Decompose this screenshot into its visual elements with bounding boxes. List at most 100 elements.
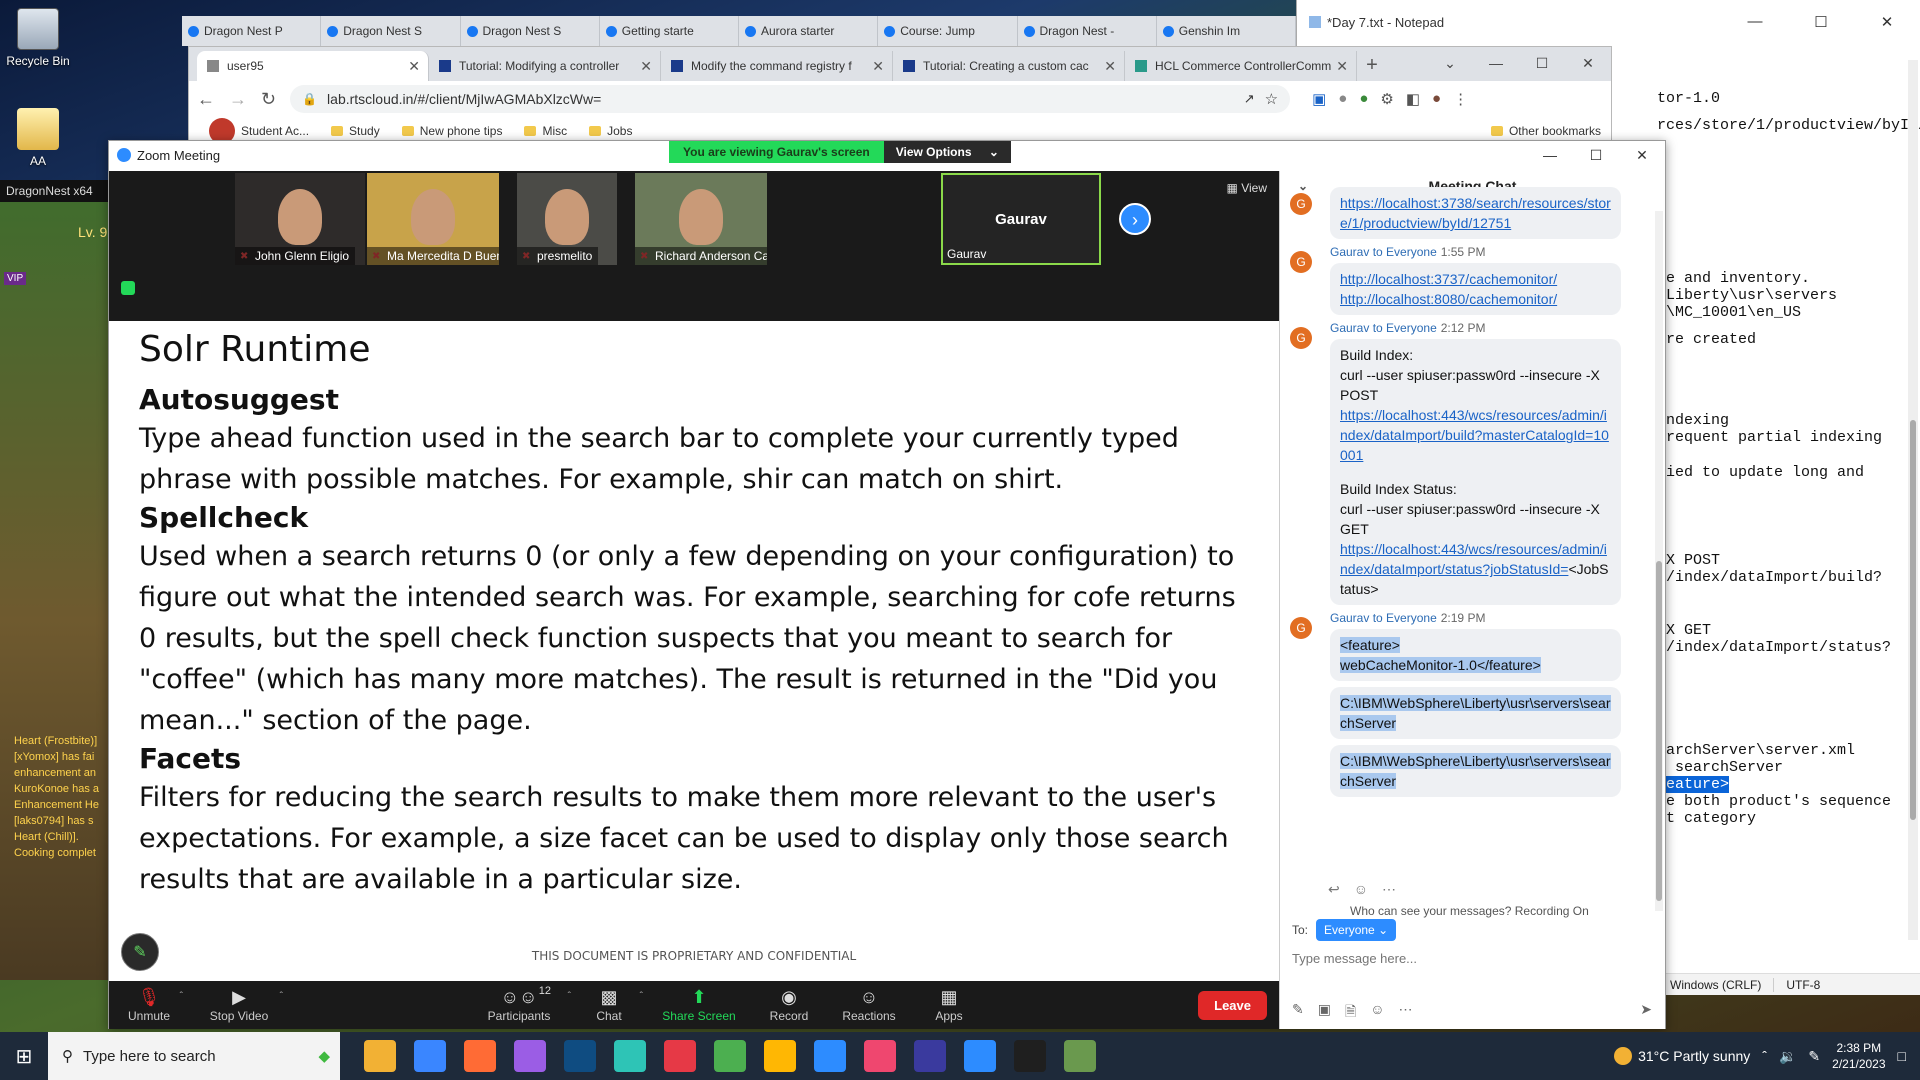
tab-close-icon[interactable]: ✕ — [640, 58, 652, 75]
selected-message-text[interactable]: C:\IBM\WebSphere\Liberty\usr\servers\sea… — [1340, 695, 1611, 731]
close-icon[interactable]: ✕ — [1854, 13, 1920, 31]
bookmark-star-icon[interactable]: ☆ — [1265, 90, 1278, 108]
taskbar-app-icon[interactable] — [614, 1040, 646, 1072]
send-icon[interactable]: ➤ — [1640, 1001, 1652, 1025]
maximize-icon[interactable]: ☐ — [1788, 13, 1854, 31]
unmute-button[interactable]: 🎙 Unmute ˆ — [109, 987, 189, 1023]
reactions-button[interactable]: ☺ Reactions — [829, 987, 909, 1023]
windows-start-icon[interactable]: ⊞ — [0, 1044, 48, 1069]
notifications-icon[interactable]: □ — [1898, 1048, 1906, 1064]
background-tab[interactable]: Dragon Nest S — [461, 16, 600, 46]
leave-meeting-button[interactable]: Leave — [1198, 990, 1267, 1020]
close-icon[interactable]: ✕ — [1619, 147, 1665, 164]
participant-tile[interactable]: ✖presmelito — [517, 173, 617, 265]
url-text[interactable]: lab.rtscloud.in/#/client/MjIwAGMAbXlzcWw… — [327, 91, 601, 107]
gallery-next-arrow-icon[interactable]: › — [1119, 203, 1151, 235]
screenshot-icon[interactable]: ▣ — [1318, 1001, 1331, 1025]
taskbar-app-icon[interactable] — [1064, 1040, 1096, 1072]
apps-button[interactable]: ▦ Apps — [909, 987, 989, 1023]
browser-tab[interactable]: HCL Commerce ControllerComm ✕ — [1125, 51, 1357, 81]
chat-message-list[interactable]: Ghttps://localhost:3738/search/resources… — [1280, 187, 1665, 877]
caret-up-icon[interactable]: ˆ — [280, 991, 283, 1002]
background-tab[interactable]: Course: Jump — [878, 16, 1018, 46]
chat-bubble[interactable]: http://localhost:3737/cachemonitor/http:… — [1330, 263, 1621, 315]
add-reaction-icon[interactable]: ☺ — [1354, 881, 1368, 898]
browser-tab[interactable]: Tutorial: Modifying a controller ✕ — [429, 51, 661, 81]
share-icon[interactable]: ↗ — [1244, 91, 1255, 107]
taskbar-search-box[interactable]: ⚲ Type here to search ◆ — [48, 1032, 340, 1080]
participant-tile[interactable]: ✖Richard Anderson Ca... — [635, 173, 767, 265]
taskbar-app-icon[interactable] — [914, 1040, 946, 1072]
minimize-icon[interactable]: — — [1473, 47, 1519, 72]
extension-icon[interactable]: ● — [1338, 90, 1347, 108]
chat-privacy-notice[interactable]: Who can see your messages? Recording On — [1280, 898, 1665, 918]
chat-scrollbar[interactable] — [1655, 211, 1663, 911]
profile-avatar[interactable]: ● — [1432, 90, 1441, 108]
pen-icon[interactable]: ✎ — [1808, 1048, 1820, 1065]
notepad-scrollbar[interactable] — [1908, 60, 1918, 940]
browser-tab[interactable]: Tutorial: Creating a custom cac ✕ — [893, 51, 1125, 81]
taskbar-app-icon[interactable] — [814, 1040, 846, 1072]
notepad-text-area[interactable]: tor-1.0 rces/store/1/productview/byId/1 ce… — [1657, 90, 1920, 827]
participant-tile[interactable]: ✖John Glenn Eligio — [235, 173, 365, 265]
background-tab[interactable]: Getting starte — [600, 16, 739, 46]
selected-message-text[interactable]: C:\IBM\WebSphere\Liberty\usr\servers\sea… — [1340, 753, 1611, 789]
participant-tile[interactable]: ✖Ma Mercedita D Bueno — [367, 173, 499, 265]
format-text-icon[interactable]: ✎ — [1292, 1001, 1304, 1025]
message-link[interactable]: https://localhost:3738/search/resources/… — [1340, 195, 1611, 231]
address-bar[interactable]: 🔒 lab.rtscloud.in/#/client/MjIwAGMAbXlzc… — [290, 85, 1291, 113]
forward-icon[interactable]: → — [229, 89, 247, 110]
chrome-window[interactable]: user95 ✕ Tutorial: Modifying a controller ✕… — [188, 46, 1612, 146]
close-icon[interactable]: ✕ — [1565, 47, 1611, 72]
annotate-pencil-icon[interactable]: ✎ — [121, 933, 159, 971]
chat-button[interactable]: ▩ Chat ˆ — [569, 987, 649, 1023]
chat-bubble[interactable]: C:\IBM\WebSphere\Liberty\usr\servers\sea… — [1330, 745, 1621, 797]
message-link[interactable]: https://localhost:443/wcs/resources/admi… — [1340, 541, 1607, 577]
background-tab[interactable]: Genshin Im — [1157, 16, 1296, 46]
reply-icon[interactable]: ↩ — [1328, 881, 1340, 898]
reload-icon[interactable]: ↻ — [261, 89, 276, 110]
maximize-icon[interactable]: ☐ — [1573, 147, 1619, 164]
message-link[interactable]: https://localhost:443/wcs/resources/admi… — [1340, 407, 1609, 463]
emoji-icon[interactable]: ☺ — [1370, 1001, 1384, 1025]
background-tab[interactable]: Dragon Nest P — [182, 16, 322, 46]
taskbar-app-icon[interactable] — [364, 1040, 396, 1072]
taskbar-app-icon[interactable] — [464, 1040, 496, 1072]
chat-message[interactable]: G Gaurav to Everyone 1:55 PM http://localho… — [1280, 245, 1665, 315]
share-screen-button[interactable]: ⬆ Share Screen — [649, 987, 749, 1023]
tab-close-icon[interactable]: ✕ — [1104, 58, 1116, 75]
extensions-puzzle-icon[interactable]: ⚙ — [1380, 90, 1393, 108]
view-options-button[interactable]: View Options ⌄ — [883, 141, 1011, 163]
recipient-dropdown[interactable]: Everyone ⌄ — [1316, 919, 1397, 941]
caret-up-icon[interactable]: ˆ — [180, 991, 183, 1002]
chat-bubble[interactable]: <feature> webCacheMonitor-1.0</feature> — [1330, 629, 1621, 681]
taskbar-clock[interactable]: 2:38 PM 2/21/2023 — [1832, 1040, 1885, 1072]
record-button[interactable]: ◉ Record — [749, 987, 829, 1023]
chat-message[interactable]: G Gaurav to Everyone 2:12 PM Build Index: c… — [1280, 321, 1665, 605]
more-icon[interactable]: ⋯ — [1399, 1001, 1413, 1025]
chat-bubble[interactable]: C:\IBM\WebSphere\Liberty\usr\servers\sea… — [1330, 687, 1621, 739]
minimize-icon[interactable]: — — [1527, 147, 1573, 164]
browser-tab[interactable]: user95 ✕ — [197, 51, 429, 81]
chat-message[interactable]: G Gaurav to Everyone 2:19 PM <feature> webC… — [1280, 611, 1665, 797]
tray-chevron-icon[interactable]: ˆ — [1762, 1048, 1767, 1064]
side-panel-icon[interactable]: ◧ — [1406, 90, 1420, 108]
back-icon[interactable]: ← — [197, 89, 215, 110]
maximize-icon[interactable]: ☐ — [1519, 47, 1565, 72]
minimize-icon[interactable]: — — [1722, 13, 1788, 31]
background-tab[interactable]: Dragon Nest - — [1018, 16, 1157, 46]
caret-up-icon[interactable]: ˆ — [640, 991, 643, 1002]
tab-search-icon[interactable]: ⌄ — [1427, 47, 1473, 72]
participants-button[interactable]: ☺☺ 12 Participants ˆ — [469, 985, 571, 1023]
taskbar-app-icon[interactable] — [864, 1040, 896, 1072]
other-bookmarks-folder[interactable]: Other bookmarks — [1490, 124, 1601, 138]
chat-bubble[interactable]: https://localhost:3738/search/resources/… — [1330, 187, 1621, 239]
lock-icon[interactable]: 🔒 — [302, 92, 317, 106]
more-icon[interactable]: ⋯ — [1382, 881, 1396, 898]
taskbar-app-icon[interactable] — [764, 1040, 796, 1072]
extension-icon[interactable]: ▣ — [1312, 90, 1326, 108]
background-tab[interactable]: Aurora starter — [739, 16, 879, 46]
chat-message[interactable]: Ghttps://localhost:3738/search/resources… — [1280, 187, 1665, 239]
new-tab-button[interactable]: + — [1357, 54, 1387, 81]
taskbar-app-icon[interactable] — [1014, 1040, 1046, 1072]
